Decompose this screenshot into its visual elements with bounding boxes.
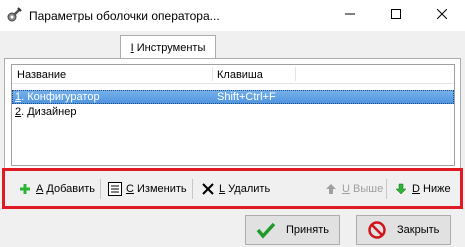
move-down-button[interactable]: D Ниже	[393, 180, 451, 198]
tab-label: Инструменты	[133, 41, 206, 54]
list-item-key: Shift+Ctrl+F	[217, 91, 276, 103]
column-divider[interactable]	[212, 67, 213, 81]
no-entry-icon	[367, 220, 387, 240]
minimize-icon	[345, 9, 355, 22]
list-toolbar: A Добавить C Изменить L Удалить U Выше D…	[2, 168, 463, 209]
column-header-name[interactable]: Название	[17, 69, 66, 81]
close-window-button[interactable]	[419, 0, 465, 31]
add-button[interactable]: A Добавить	[17, 180, 95, 198]
tools-panel: Название Клавиша 1. Конфигуратор Shift+C…	[4, 58, 461, 170]
list-item-name: 2. Дизайнер	[15, 106, 77, 118]
accept-button[interactable]: Принять	[245, 215, 340, 245]
close-icon	[436, 8, 448, 22]
list-item-name: 1. Конфигуратор	[15, 91, 100, 103]
title-bar[interactable]: Параметры оболочки оператора...	[0, 0, 465, 31]
close-button[interactable]: Закрыть	[356, 215, 451, 245]
gear-wrench-icon	[6, 7, 22, 23]
dialog-window: Параметры оболочки оператора... I Инстру…	[0, 0, 465, 247]
move-up-button[interactable]: U Выше	[323, 180, 383, 198]
toolbar-separator	[100, 179, 101, 199]
edit-list-icon	[107, 181, 123, 197]
close-button-label: Закрыть	[397, 224, 440, 236]
list-item-designer[interactable]: 2. Дизайнер	[12, 105, 454, 119]
column-divider[interactable]	[295, 67, 296, 81]
cross-icon	[200, 181, 216, 197]
window-title: Параметры оболочки оператора...	[29, 9, 220, 23]
accept-button-label: Принять	[286, 224, 329, 236]
tab-tools[interactable]: I Инструменты	[120, 35, 216, 59]
edit-button[interactable]: C Изменить	[107, 180, 187, 198]
arrow-up-icon	[323, 181, 339, 197]
column-header-key[interactable]: Клавиша	[217, 69, 263, 81]
plus-icon	[17, 181, 33, 197]
toolbar-separator	[192, 179, 193, 199]
list-header: Название Клавиша	[12, 65, 454, 84]
checkmark-icon	[256, 220, 276, 240]
maximize-icon	[391, 9, 401, 22]
minimize-button[interactable]	[327, 0, 373, 31]
list-item-configurator[interactable]: 1. Конфигуратор Shift+Ctrl+F	[12, 90, 454, 104]
delete-button[interactable]: L Удалить	[200, 180, 270, 198]
arrow-down-icon	[393, 181, 409, 197]
maximize-button[interactable]	[373, 0, 419, 31]
tools-list[interactable]: Название Клавиша 1. Конфигуратор Shift+C…	[11, 64, 455, 166]
toolbar-separator	[386, 179, 387, 199]
